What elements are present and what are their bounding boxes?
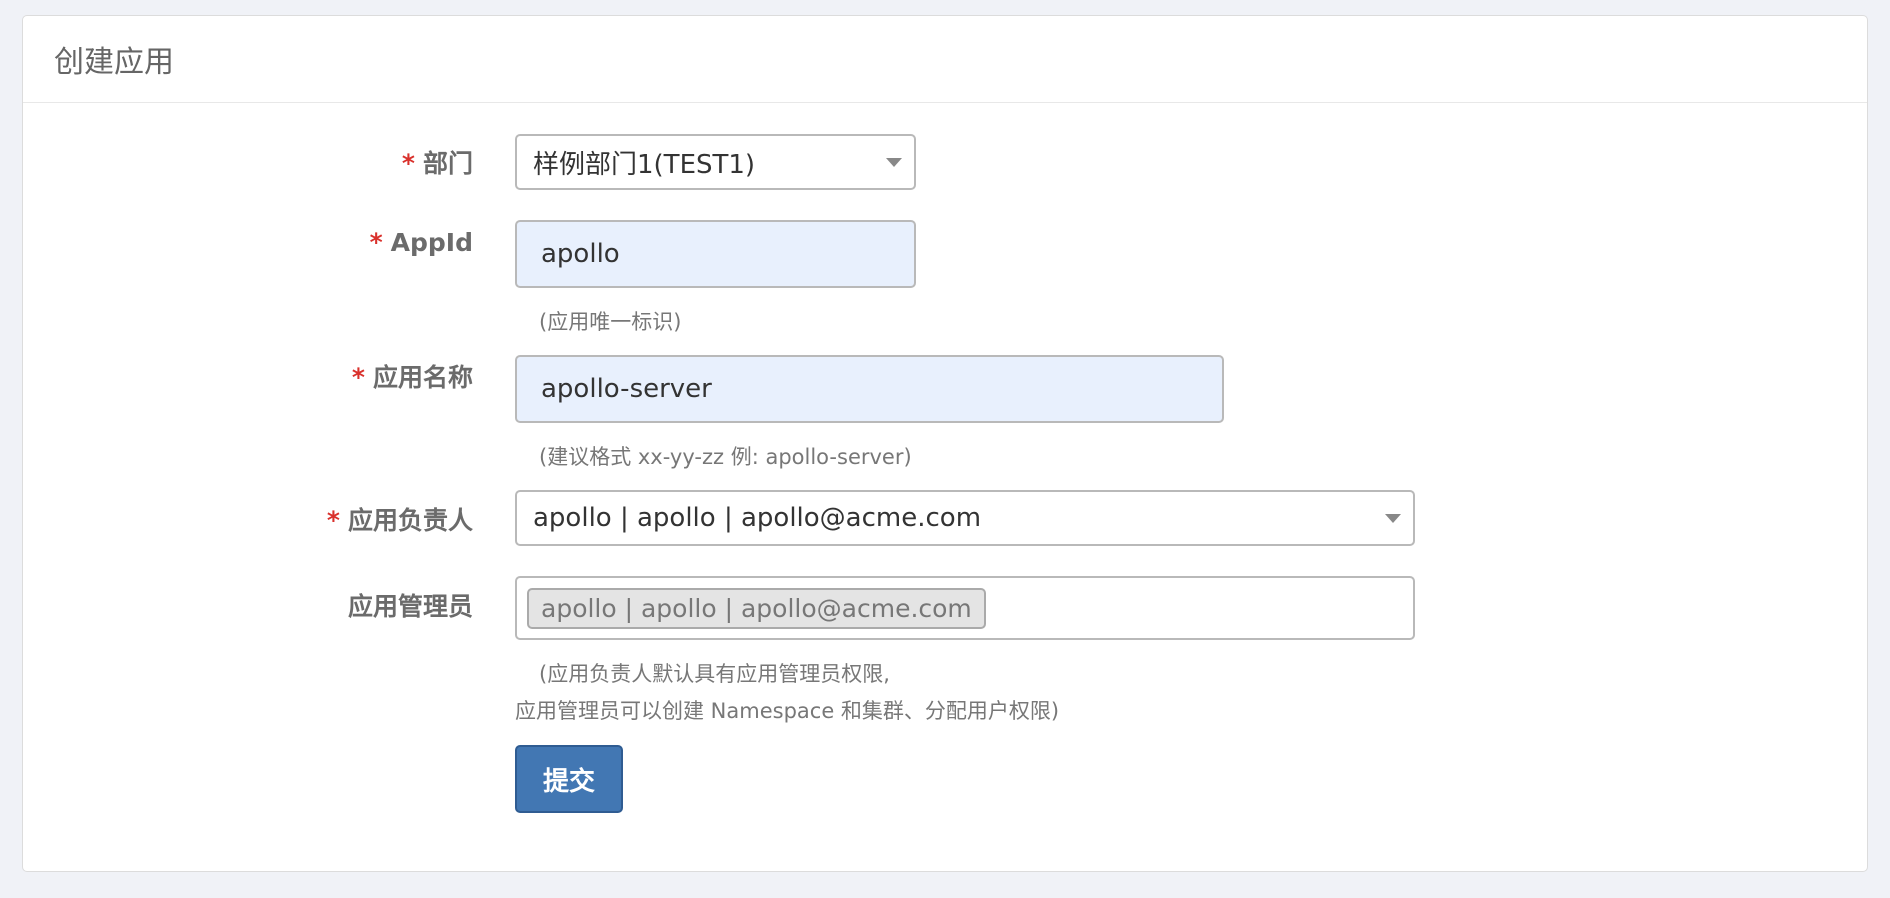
department-label: * 部门	[401, 149, 473, 178]
required-mark: *	[401, 149, 415, 178]
owner-select[interactable]: apollo | apollo | apollo@acme.com	[515, 490, 1415, 546]
admin-tag[interactable]: apollo | apollo | apollo@acme.com	[527, 587, 986, 629]
appid-input[interactable]: apollo	[515, 220, 916, 288]
panel-title: 创建应用	[54, 45, 174, 80]
admins-multiselect[interactable]: apollo | apollo | apollo@acme.com	[515, 576, 1415, 640]
admins-help-line1: (应用负责人默认具有应用管理员权限,	[539, 662, 890, 686]
create-app-panel: 创建应用 * 部门 样例部门1(TEST1) * AppId apollo (应用唯…	[22, 15, 1868, 872]
owner-label: * 应用负责人	[326, 506, 473, 535]
dropdown-caret-icon	[1385, 514, 1401, 523]
app-name-help: (建议格式 xx-yy-zz 例: apollo-server)	[539, 445, 912, 469]
dropdown-caret-icon	[886, 158, 902, 167]
required-mark: *	[351, 363, 365, 392]
submit-button[interactable]: 提交	[515, 745, 623, 813]
owner-value: apollo | apollo | apollo@acme.com	[533, 503, 982, 533]
appid-value: apollo	[541, 239, 620, 269]
app-name-input[interactable]: apollo-server	[515, 355, 1224, 423]
app-name-label: * 应用名称	[351, 363, 473, 392]
appid-help: (应用唯一标识)	[539, 310, 682, 334]
required-mark: *	[326, 506, 340, 535]
app-name-value: apollo-server	[541, 374, 712, 404]
appid-label: * AppId	[369, 228, 473, 257]
admins-help-line2: 应用管理员可以创建 Namespace 和集群、分配用户权限)	[515, 699, 1060, 723]
admins-label: 应用管理员	[347, 592, 473, 621]
department-select[interactable]: 样例部门1(TEST1)	[515, 134, 916, 190]
required-mark: *	[369, 228, 383, 257]
department-value: 样例部门1(TEST1)	[533, 149, 756, 180]
panel-header: 创建应用	[23, 16, 1867, 103]
